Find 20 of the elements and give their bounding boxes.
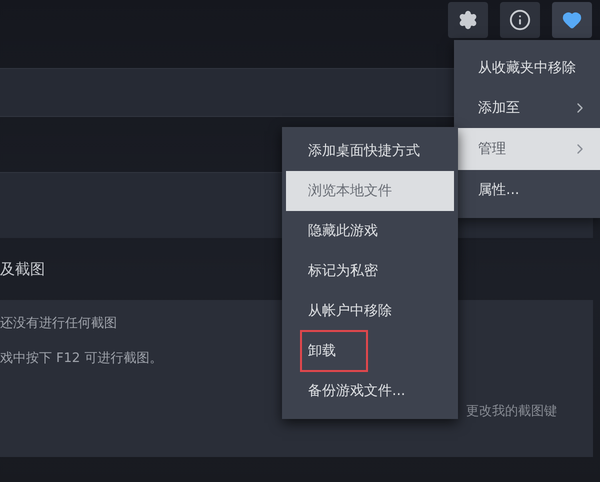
menu-item[interactable]: 添加至 — [454, 88, 600, 128]
info-button[interactable] — [500, 2, 540, 38]
settings-button[interactable] — [448, 2, 488, 38]
empty-hint: 戏中按下 F12 可进行截图。 — [0, 350, 162, 367]
info-icon — [509, 9, 531, 31]
menu-item[interactable]: 从收藏夹中移除 — [454, 48, 600, 88]
settings-icon — [458, 10, 478, 30]
submenu-item[interactable]: 标记为私密 — [286, 251, 454, 291]
submenu-item[interactable]: 备份游戏文件... — [286, 371, 454, 411]
empty-title: 还没有进行任何截图 — [0, 315, 117, 332]
change-key-link[interactable]: 更改我的截图键 — [466, 402, 557, 420]
heart-icon — [562, 10, 582, 30]
submenu-item[interactable]: 浏览本地文件 — [286, 171, 454, 211]
section-title: 及截图 — [0, 260, 45, 278]
submenu-item[interactable]: 从帐户中移除 — [286, 291, 454, 331]
menu-item[interactable]: 属性... — [454, 170, 600, 210]
submenu-item[interactable]: 卸载 — [286, 331, 454, 371]
submenu-item[interactable]: 隐藏此游戏 — [286, 211, 454, 251]
submenu-item[interactable]: 添加桌面快捷方式 — [286, 131, 454, 171]
favorite-button[interactable] — [552, 2, 592, 38]
